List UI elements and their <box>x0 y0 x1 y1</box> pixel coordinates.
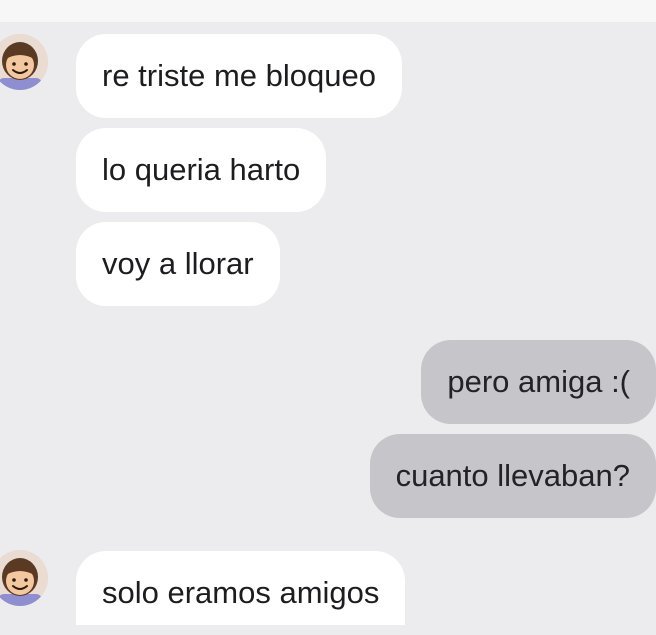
message-bubble-incoming[interactable]: lo queria harto <box>76 128 327 212</box>
message-bubble-outgoing[interactable]: cuanto llevaban? <box>369 434 656 518</box>
message-bubble-outgoing[interactable]: pero amiga :( <box>421 340 656 424</box>
contact-avatar[interactable] <box>0 550 48 606</box>
avatar-character-icon <box>0 34 48 90</box>
avatar-character-icon <box>0 550 48 606</box>
message-bubble-incoming[interactable]: re triste me bloqueo <box>76 34 402 118</box>
message-bubble-incoming[interactable]: voy a llorar <box>76 222 280 306</box>
contact-avatar[interactable] <box>0 34 48 90</box>
chat-thread[interactable]: re triste me bloqueo lo queria harto voy… <box>0 0 656 625</box>
message-bubble-incoming[interactable]: solo eramos amigos <box>76 551 406 625</box>
